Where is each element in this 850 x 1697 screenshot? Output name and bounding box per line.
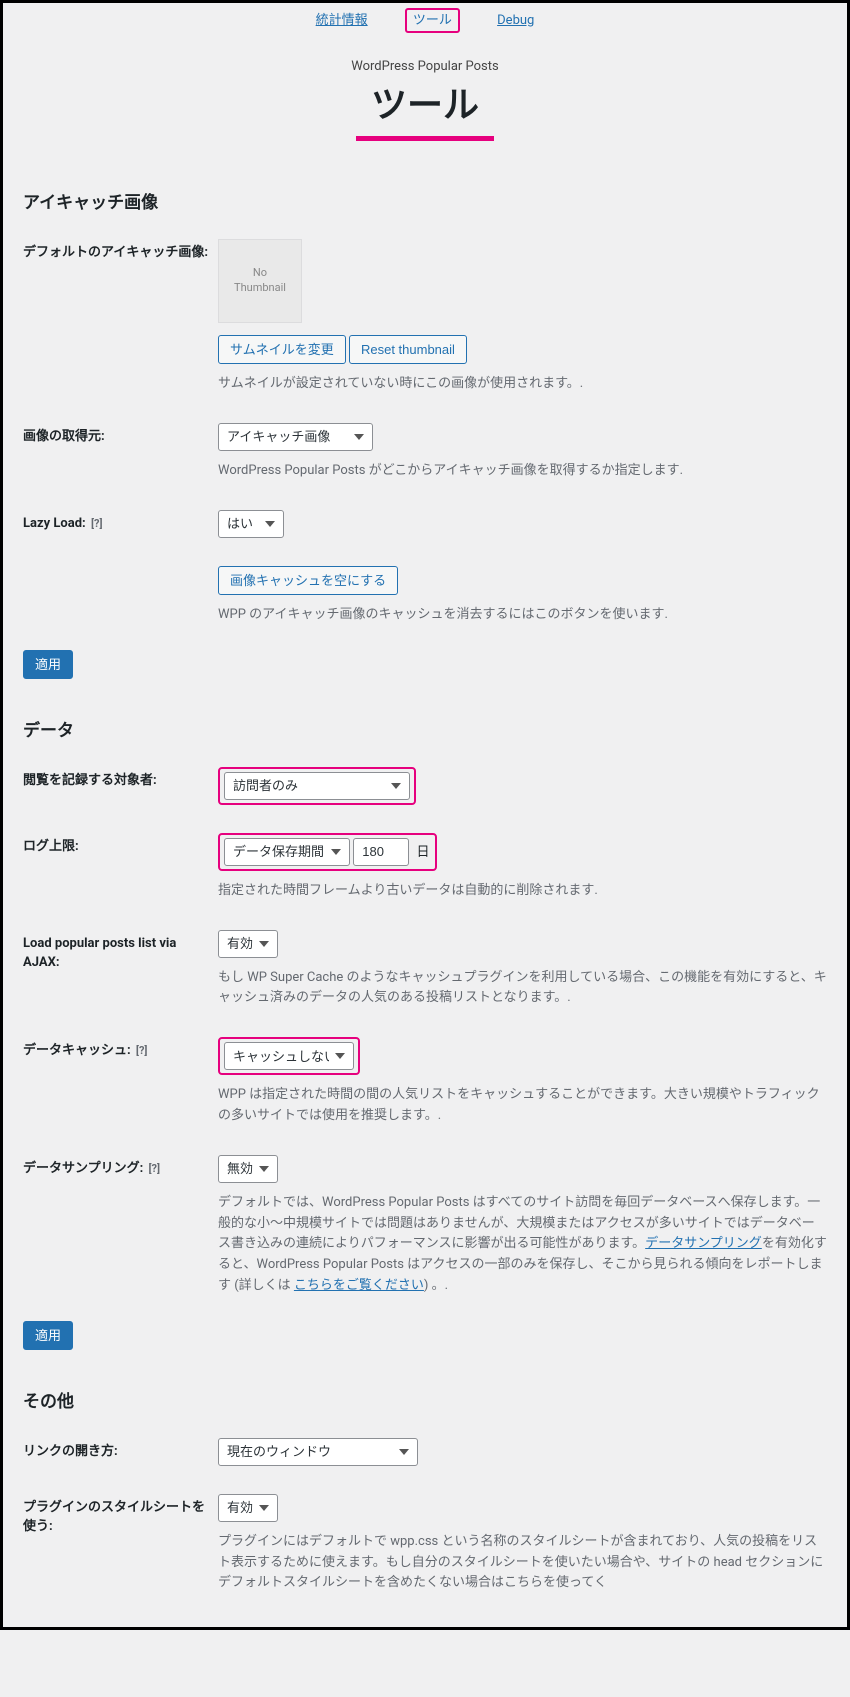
help-icon[interactable]: [?] [91, 516, 103, 533]
log-limit-desc: 指定された時間フレームより古いデータは自動的に削除されます. [218, 881, 827, 902]
data-sampling-select[interactable]: 無効 [218, 1155, 278, 1183]
empty-image-cache-desc: WPP のアイキャッチ画像のキャッシュを消去するにはこのボタンを使います. [218, 605, 827, 626]
log-limit-days-input[interactable] [353, 838, 409, 866]
default-thumb-label: デフォルトのアイキャッチ画像: [23, 229, 218, 413]
lazy-load-label: Lazy Load: [23, 516, 86, 531]
empty-image-cache-button[interactable]: 画像キャッシュを空にする [218, 566, 398, 596]
data-cache-label: データキャッシュ: [23, 1043, 131, 1058]
tab-tools[interactable]: ツール [405, 8, 460, 33]
stylesheet-select[interactable]: 有効 [218, 1494, 278, 1522]
header-subtitle: WordPress Popular Posts [23, 57, 827, 77]
data-sampling-label: データサンプリング: [23, 1161, 143, 1176]
tab-debug[interactable]: Debug [491, 10, 540, 31]
log-limit-label: ログ上限: [23, 823, 218, 920]
link-open-select[interactable]: 現在のウィンドウ [218, 1438, 418, 1466]
log-target-label: 閲覧を記録する対象者: [23, 757, 218, 823]
stylesheet-label: プラグインのスタイルシートを使う: [23, 1484, 218, 1612]
image-source-desc: WordPress Popular Posts がどこからアイキャッチ画像を取得… [218, 461, 827, 482]
default-thumb-desc: サムネイルが設定されていない時にこの画像が使用されます。. [218, 374, 827, 395]
data-cache-desc: WPP は指定された時間の間の人気リストをキャッシュすることができます。大きい規… [218, 1085, 827, 1127]
log-target-select[interactable]: 訪問者のみ [224, 772, 410, 800]
help-icon[interactable]: [?] [149, 1161, 161, 1178]
image-source-label: 画像の取得元: [23, 413, 218, 500]
page-title: ツール [371, 78, 479, 132]
apply-button[interactable]: 適用 [23, 650, 73, 680]
data-cache-select[interactable]: キャッシュしない [224, 1042, 354, 1070]
stylesheet-desc: プラグインにはデフォルトで wpp.css という名称のスタイルシートが含まれて… [218, 1532, 827, 1594]
reset-thumbnail-button[interactable]: Reset thumbnail [349, 335, 467, 365]
log-limit-select[interactable]: データ保存期間 [224, 838, 350, 866]
data-sampling-desc: デフォルトでは、WordPress Popular Posts はすべてのサイト… [218, 1193, 827, 1297]
data-sampling-link[interactable]: データサンプリング [645, 1236, 762, 1251]
section-thumbnail: アイキャッチ画像 [23, 191, 827, 217]
help-icon[interactable]: [?] [136, 1043, 148, 1060]
page-header: WordPress Popular Posts ツール [23, 37, 827, 172]
section-other: その他 [23, 1390, 827, 1416]
ajax-label: Load popular posts list via AJAX: [23, 920, 218, 1028]
change-thumbnail-button[interactable]: サムネイルを変更 [218, 335, 346, 365]
section-data: データ [23, 719, 827, 745]
log-limit-unit: 日 [416, 845, 429, 860]
nav-tabs: 統計情報 ツール Debug [23, 3, 827, 37]
thumb-placeholder: No Thumbnail [218, 239, 302, 323]
data-sampling-more-link[interactable]: こちらをご覧ください [294, 1278, 424, 1293]
ajax-select[interactable]: 有効 [218, 930, 278, 958]
image-source-select[interactable]: アイキャッチ画像 [218, 423, 373, 451]
lazy-load-select[interactable]: はい [218, 510, 284, 538]
link-open-label: リンクの開き方: [23, 1428, 218, 1484]
apply-button[interactable]: 適用 [23, 1321, 73, 1351]
tab-stats[interactable]: 統計情報 [310, 10, 374, 31]
ajax-desc: もし WP Super Cache のようなキャッシュプラグインを利用している場… [218, 968, 827, 1010]
header-underline [356, 136, 494, 141]
